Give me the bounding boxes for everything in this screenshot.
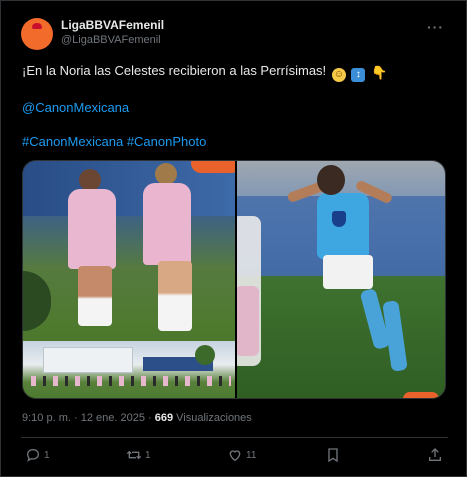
like-button[interactable]: 11: [227, 447, 256, 463]
tweet-meta: 9:10 p. m. · 12 ene. 2025 · 669 Visualiz…: [22, 412, 252, 424]
retweet-count: 1: [145, 449, 151, 461]
orange-shape: [403, 392, 439, 398]
tweet-line-hashtags: #CanonMexicana #CanonPhoto: [22, 133, 452, 150]
views-label: Visualizaciones: [176, 412, 252, 424]
tweet-line-mention: @CanonMexicana: [22, 99, 452, 116]
retweet-button[interactable]: 1: [126, 447, 151, 463]
player-head: [317, 165, 345, 195]
up-down-arrow-emoji-icon: ↕: [351, 68, 366, 82]
share-icon: [429, 448, 441, 461]
orange-shape: [191, 161, 235, 173]
player-1-legs: [78, 266, 112, 326]
hashtag-link-1[interactable]: #CanonMexicana: [22, 134, 123, 149]
player-1-head: [79, 169, 101, 191]
meta-separator: ·: [148, 412, 152, 424]
tweet-line-1: ¡En la Noria las Celestes recibieron a l…: [22, 62, 452, 82]
player-1-jersey: [68, 189, 116, 269]
reply-count: 1: [44, 449, 50, 461]
player-shorts: [323, 255, 373, 289]
retweet-icon: [126, 450, 142, 460]
display-name[interactable]: LigaBBVAFemenil: [61, 18, 164, 33]
team-lineup: [31, 376, 231, 386]
two-players-celebrating-photo[interactable]: [23, 161, 235, 398]
meta-separator: ·: [73, 412, 78, 424]
divider: [21, 437, 448, 438]
author-names: LigaBBVAFemenil @LigaBBVAFemenil: [61, 18, 164, 47]
player-celebrating-photo[interactable]: [237, 161, 445, 398]
reply-icon: [26, 448, 40, 462]
tweet-date[interactable]: 12 ene. 2025: [81, 412, 145, 424]
avatar[interactable]: [21, 18, 53, 50]
tweet-time[interactable]: 9:10 p. m.: [22, 412, 71, 424]
heart-icon: [229, 450, 241, 462]
bookmark-icon: [328, 448, 338, 463]
media-grid: [22, 160, 446, 399]
player-2-jersey: [143, 183, 191, 265]
hashtag-link-2[interactable]: #CanonPhoto: [127, 134, 207, 149]
tweet-card: LigaBBVAFemenil @LigaBBVAFemenil ··· ¡En…: [0, 0, 467, 477]
pointing-down-emoji-icon: 👇: [371, 65, 388, 80]
player-2-head: [155, 163, 177, 185]
pitch-background: [237, 276, 445, 398]
smile-emoji-icon: ☺: [331, 68, 346, 82]
player-jersey: [317, 193, 369, 259]
player-2-legs: [158, 261, 192, 331]
side-player-legs: [237, 286, 259, 356]
tree: [195, 345, 215, 365]
tweet-text: ¡En la Noria las Celestes recibieron a l…: [22, 62, 452, 150]
more-options-icon[interactable]: ···: [427, 19, 444, 35]
liga-logo-icon: [32, 23, 42, 29]
team-crest-icon: [332, 211, 346, 227]
dark-shape: [23, 271, 51, 331]
stadium-building: [43, 347, 133, 373]
handle[interactable]: @LigaBBVAFemenil: [61, 33, 164, 47]
share-button[interactable]: [427, 447, 443, 463]
like-count: 11: [246, 449, 257, 461]
mention-link[interactable]: @CanonMexicana: [22, 100, 129, 115]
tweet-body-text: ¡En la Noria las Celestes recibieron a l…: [22, 63, 327, 78]
reply-button[interactable]: 1: [25, 447, 50, 463]
views-count: 669: [154, 412, 174, 424]
tweet-header: LigaBBVAFemenil @LigaBBVAFemenil: [21, 18, 164, 50]
action-bar: 1 1 11: [21, 447, 448, 467]
bookmark-button[interactable]: [325, 447, 341, 463]
